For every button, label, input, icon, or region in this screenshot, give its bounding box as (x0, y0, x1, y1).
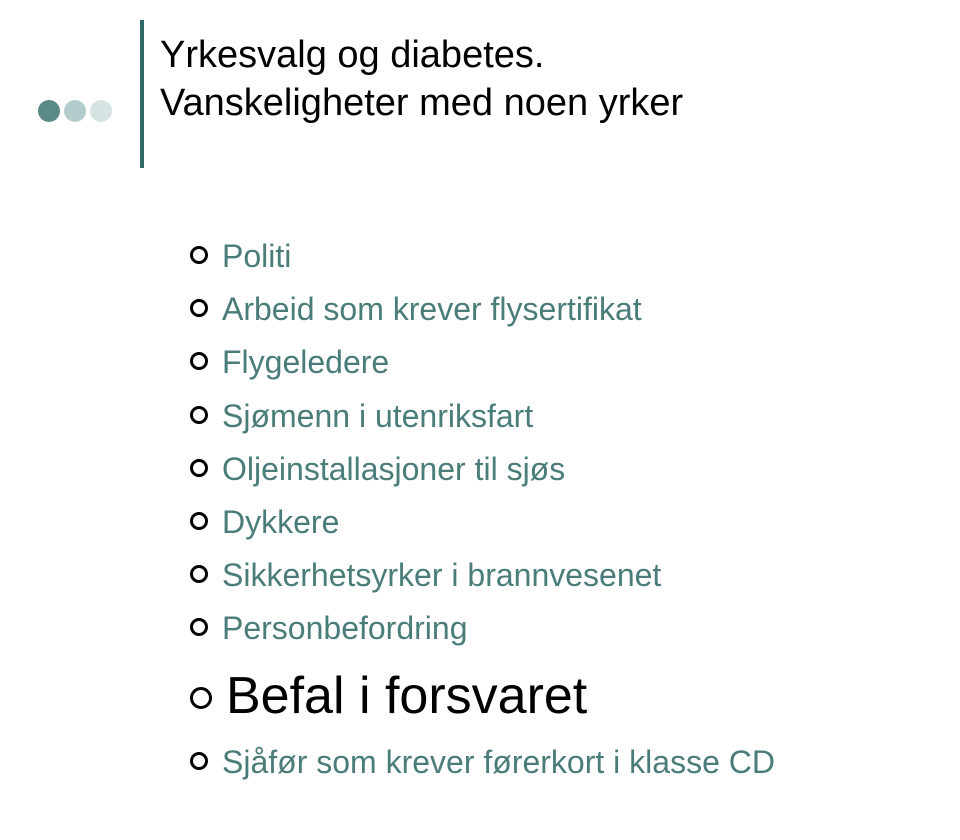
bullet-icon (190, 459, 208, 477)
list-item: Sjømenn i utenriksfart (190, 395, 960, 438)
list-item-label: Flygeledere (222, 341, 389, 384)
bullet-icon (190, 352, 208, 370)
list-item: Arbeid som krever flysertifikat (190, 288, 960, 331)
list-item-label: Dykkere (222, 501, 339, 544)
list-item-label: Personbefordring (222, 607, 467, 650)
title-line-2: Vanskeligheter med noen yrker (160, 80, 683, 128)
bullet-icon (190, 565, 208, 583)
bullet-icon (190, 687, 212, 709)
list-item-label: Sjåfør som krever førerkort i klasse CD (222, 741, 775, 784)
list-item-label: Sikkerhetsyrker i brannvesenet (222, 554, 661, 597)
decorative-dots (38, 100, 112, 122)
list-item: Personbefordring (190, 607, 960, 650)
list-item-label: Oljeinstallasjoner til sjøs (222, 448, 565, 491)
bullet-icon (190, 246, 208, 264)
list-item-label: Sjømenn i utenriksfart (222, 395, 533, 438)
list-item: Sjåfør som krever førerkort i klasse CD (190, 741, 960, 784)
bullet-icon (190, 618, 208, 636)
list-item-label: Politi (222, 235, 291, 278)
bullet-icon (190, 299, 208, 317)
list-item: Dykkere (190, 501, 960, 544)
bullet-icon (190, 406, 208, 424)
dot-icon (90, 100, 112, 122)
slide-content: Politi Arbeid som krever flysertifikat F… (0, 175, 960, 784)
list-item: Oljeinstallasjoner til sjøs (190, 448, 960, 491)
bullet-list: Politi Arbeid som krever flysertifikat F… (190, 235, 960, 784)
slide-header: Yrkesvalg og diabetes. Vanskeligheter me… (0, 0, 960, 175)
bullet-icon (190, 752, 208, 770)
title-line-1: Yrkesvalg og diabetes. (160, 32, 683, 80)
list-item-label: Arbeid som krever flysertifikat (222, 288, 642, 331)
list-item: Sikkerhetsyrker i brannvesenet (190, 554, 960, 597)
list-item: Politi (190, 235, 960, 278)
list-item: Befal i forsvaret (190, 665, 960, 727)
dot-icon (38, 100, 60, 122)
list-item-label: Befal i forsvaret (226, 665, 587, 727)
dot-icon (64, 100, 86, 122)
slide-title: Yrkesvalg og diabetes. Vanskeligheter me… (160, 32, 683, 127)
vertical-divider (140, 20, 144, 168)
list-item: Flygeledere (190, 341, 960, 384)
bullet-icon (190, 512, 208, 530)
